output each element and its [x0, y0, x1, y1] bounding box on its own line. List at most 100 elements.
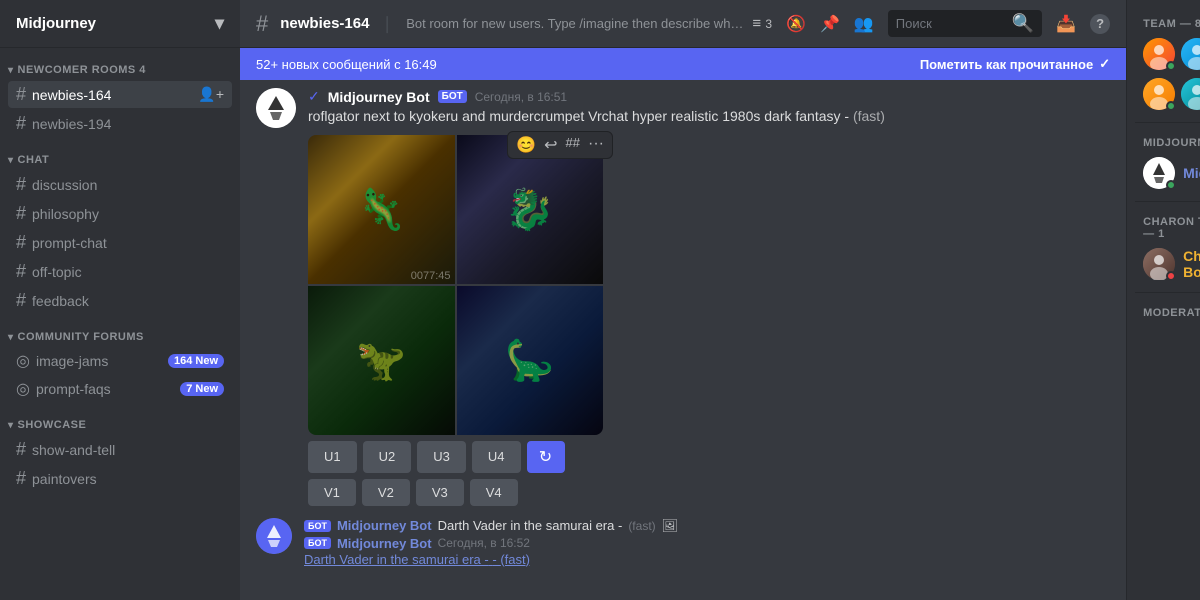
forum-icon: ◎: [16, 379, 30, 399]
main-content: # newbies-164 │ Bot room for new users. …: [240, 0, 1126, 600]
member-avatar-6[interactable]: [1181, 78, 1200, 110]
channel-paintovers[interactable]: # paintovers: [8, 465, 232, 492]
midjourney-bot-avatar: [1143, 157, 1175, 189]
channel-show-and-tell[interactable]: # show-and-tell: [8, 436, 232, 463]
forum-badge: 164 New: [168, 354, 224, 368]
header-divider: │: [383, 16, 392, 32]
member-avatar-5[interactable]: [1143, 78, 1175, 110]
channel-name: show-and-tell: [32, 442, 224, 458]
search-box[interactable]: 🔍: [888, 10, 1042, 37]
mute-icon[interactable]: 🔕: [786, 14, 806, 34]
member-avatar-1[interactable]: [1143, 38, 1175, 70]
channel-name: philosophy: [32, 206, 224, 222]
timestamp-1: Сегодня, в 16:51: [475, 90, 567, 104]
channel-philosophy[interactable]: # philosophy: [8, 200, 232, 227]
reply-icon[interactable]: ↩: [544, 135, 557, 155]
channel-title: newbies-164: [280, 15, 369, 32]
hash-icon: #: [16, 84, 26, 105]
notification-bar[interactable]: 52+ новых сообщений с 16:49 Пометить как…: [240, 48, 1126, 80]
charon-bot-name: Charon the FAQ Bot: [1183, 248, 1200, 280]
image-grid: 0077:45: [308, 135, 603, 435]
section-chat-label: CHAT: [18, 154, 50, 166]
checkmark-icon: ✓: [1099, 56, 1110, 72]
message-content-2: БОТ Midjourney Bot Darth Vader in the sa…: [304, 518, 1110, 569]
timestamp-2: Сегодня, в 16:52: [438, 536, 530, 550]
msg2-text: Darth Vader in the samurai era -: [438, 518, 623, 533]
member-avatar-2[interactable]: [1181, 38, 1200, 70]
channel-feedback[interactable]: # feedback: [8, 287, 232, 314]
u1-button[interactable]: U1: [308, 441, 357, 473]
inbox-icon[interactable]: 📥: [1056, 14, 1076, 34]
refresh-button[interactable]: ↻: [527, 441, 565, 473]
bot-badge-2a: БОТ: [304, 520, 331, 532]
section-chat[interactable]: ▾ CHAT: [0, 138, 240, 170]
hash-icon: #: [16, 468, 26, 489]
team-section-title: TEAM — 8: [1135, 12, 1200, 34]
hash-icon: #: [16, 232, 26, 253]
v1-button[interactable]: V1: [308, 479, 356, 506]
avatar-midjourney: [256, 88, 296, 128]
panel-divider-2: [1135, 201, 1200, 202]
section-arrow-icon: ▾: [8, 420, 14, 431]
server-chevron-icon: ▾: [215, 13, 224, 34]
hash-icon: #: [16, 290, 26, 311]
msg2-status1: (fast): [628, 519, 655, 533]
section-arrow-icon: ▾: [8, 65, 14, 76]
hash-icon: #: [16, 174, 26, 195]
members-icon[interactable]: 👥: [854, 14, 874, 34]
v2-button[interactable]: V2: [362, 479, 410, 506]
channel-header: # newbies-164 │ Bot room for new users. …: [240, 0, 1126, 48]
channel-off-topic[interactable]: # off-topic: [8, 258, 232, 285]
message-group-1: ✓ Midjourney Bot БОТ Сегодня, в 16:51 ro…: [256, 88, 1110, 506]
moderator-section-title: MODERATOR — 0: [1135, 301, 1200, 323]
avatar-bot-2: [256, 518, 292, 554]
mark-read-button[interactable]: Пометить как прочитанное ✓: [920, 56, 1110, 72]
forum-image-jams[interactable]: ◎ image-jams 164 New: [8, 348, 232, 374]
channel-name: prompt-chat: [32, 235, 224, 251]
generated-image-3: [308, 286, 455, 435]
v4-button[interactable]: V4: [470, 479, 518, 506]
section-newcomer-rooms[interactable]: ▾ NEWCOMER ROOMS 4: [0, 48, 240, 80]
message-header-1: ✓ Midjourney Bot БОТ Сегодня, в 16:51: [308, 88, 1110, 105]
generated-image-1: 0077:45: [308, 135, 455, 284]
message-header-2: БОТ Midjourney Bot Darth Vader in the sa…: [304, 518, 1110, 534]
channel-name: newbies-164: [32, 87, 198, 103]
section-showcase[interactable]: ▾ SHOWCASE: [0, 403, 240, 435]
threads-icon[interactable]: ≡ 3: [752, 15, 772, 32]
u4-button[interactable]: U4: [472, 441, 521, 473]
more-options-icon[interactable]: ···: [588, 135, 604, 155]
charon-section-title: CHARON THE ALL KNOWING ONE — 1: [1135, 210, 1200, 244]
channel-discussion[interactable]: # discussion: [8, 171, 232, 198]
channel-newbies-194[interactable]: # newbies-194: [8, 110, 232, 137]
mark-read-label: Пометить как прочитанное: [920, 57, 1093, 72]
channel-name: discussion: [32, 177, 224, 193]
sidebar: Midjourney ▾ ▾ NEWCOMER ROOMS 4 # newbie…: [0, 0, 240, 600]
help-icon[interactable]: ?: [1090, 14, 1110, 34]
variation-button-row: V1 V2 V3 V4: [308, 479, 1110, 506]
channel-name: off-topic: [32, 264, 224, 280]
channel-name: paintovers: [32, 471, 224, 487]
search-input[interactable]: [896, 16, 1006, 31]
chat-area: ✓ Midjourney Bot БОТ Сегодня, в 16:51 ro…: [240, 80, 1126, 600]
midjourney-bot-member[interactable]: Midjourney Bot БОТ: [1135, 153, 1200, 193]
charon-bot-member[interactable]: Charon the FAQ Bot БОТ: [1135, 244, 1200, 284]
server-header[interactable]: Midjourney ▾: [0, 0, 240, 48]
forum-prompt-faqs[interactable]: ◎ prompt-faqs 7 New: [8, 376, 232, 402]
channel-prompt-chat[interactable]: # prompt-chat: [8, 229, 232, 256]
threads-msg-icon[interactable]: ##: [566, 135, 580, 155]
midjourney-bot-name: Midjourney Bot: [1183, 165, 1200, 181]
verify-icon: ✓: [308, 88, 320, 105]
section-community-forums[interactable]: ▾ COMMUNITY FORUMS: [0, 315, 240, 347]
add-member-icon[interactable]: 👤+: [198, 86, 224, 103]
u2-button[interactable]: U2: [363, 441, 412, 473]
channel-name: feedback: [32, 293, 224, 309]
pin-icon[interactable]: 📌: [820, 14, 840, 34]
channel-newbies-164[interactable]: # newbies-164 👤+: [8, 81, 232, 108]
v3-button[interactable]: V3: [416, 479, 464, 506]
hash-icon: #: [16, 439, 26, 460]
u3-button[interactable]: U3: [417, 441, 466, 473]
charon-bot-avatar: [1143, 248, 1175, 280]
status-dot-online: [1166, 61, 1176, 71]
emoji-react-icon[interactable]: 😊: [516, 135, 536, 155]
refresh-icon: ↻: [539, 447, 552, 467]
